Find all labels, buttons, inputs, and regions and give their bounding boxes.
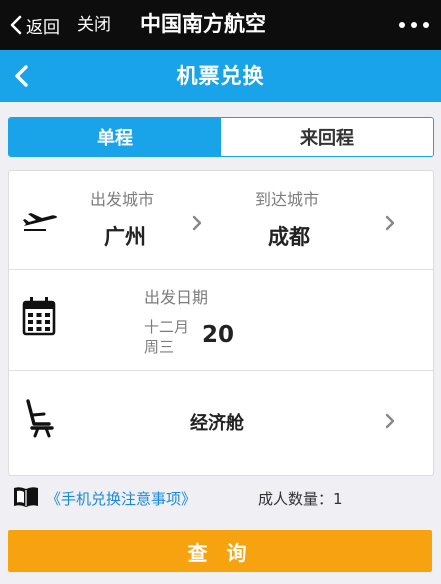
page-title: 机票兑换 — [176, 64, 265, 88]
route-row[interactable] — [9, 171, 433, 269]
date-month: 十二月 — [144, 318, 190, 336]
passenger-label: 成人数量： — [258, 490, 334, 508]
more-dots-icon[interactable] — [399, 14, 429, 36]
app-title: 中国南方航空 — [140, 12, 266, 36]
arrival-label: 到达城市 — [255, 190, 320, 209]
header-back-icon[interactable] — [10, 63, 34, 89]
chevron-right-icon — [385, 413, 395, 429]
book-icon — [14, 487, 38, 507]
chevron-right-icon — [192, 215, 202, 231]
passenger-count-value: 1 — [333, 490, 343, 508]
passenger-count[interactable]: 成人数量：1 — [258, 485, 343, 513]
close-button[interactable]: 关闭 — [77, 13, 111, 37]
back-button[interactable]: 返回 — [10, 13, 60, 38]
cabin-value: 经济舱 — [190, 413, 244, 434]
tab-round-trip[interactable]: 来回程 — [221, 118, 433, 156]
arrival-city[interactable]: 成都 — [268, 224, 310, 250]
calendar-icon — [22, 297, 56, 336]
date-day: 20 — [202, 322, 235, 348]
app-top-bar: 返回 关闭 中国南方航空 — [0, 0, 441, 50]
page-header: 机票兑换 — [0, 50, 441, 102]
tab-one-way[interactable]: 单程 — [9, 118, 221, 156]
date-label: 出发日期 — [144, 288, 209, 307]
departure-label: 出发城市 — [90, 190, 155, 209]
departure-city[interactable]: 广州 — [104, 224, 146, 250]
airplane-icon — [23, 213, 57, 231]
chevron-right-icon — [385, 215, 395, 231]
back-chevron-icon — [10, 15, 22, 35]
seat-icon — [26, 399, 54, 438]
notice-link[interactable]: 《手机兑换注意事项》 — [46, 485, 196, 513]
query-button[interactable]: 查 询 — [8, 530, 432, 572]
trip-type-tabs: 单程 来回程 — [8, 117, 434, 157]
date-row[interactable] — [9, 270, 433, 370]
back-label: 返回 — [26, 17, 60, 38]
date-weekday: 周三 — [144, 338, 175, 356]
